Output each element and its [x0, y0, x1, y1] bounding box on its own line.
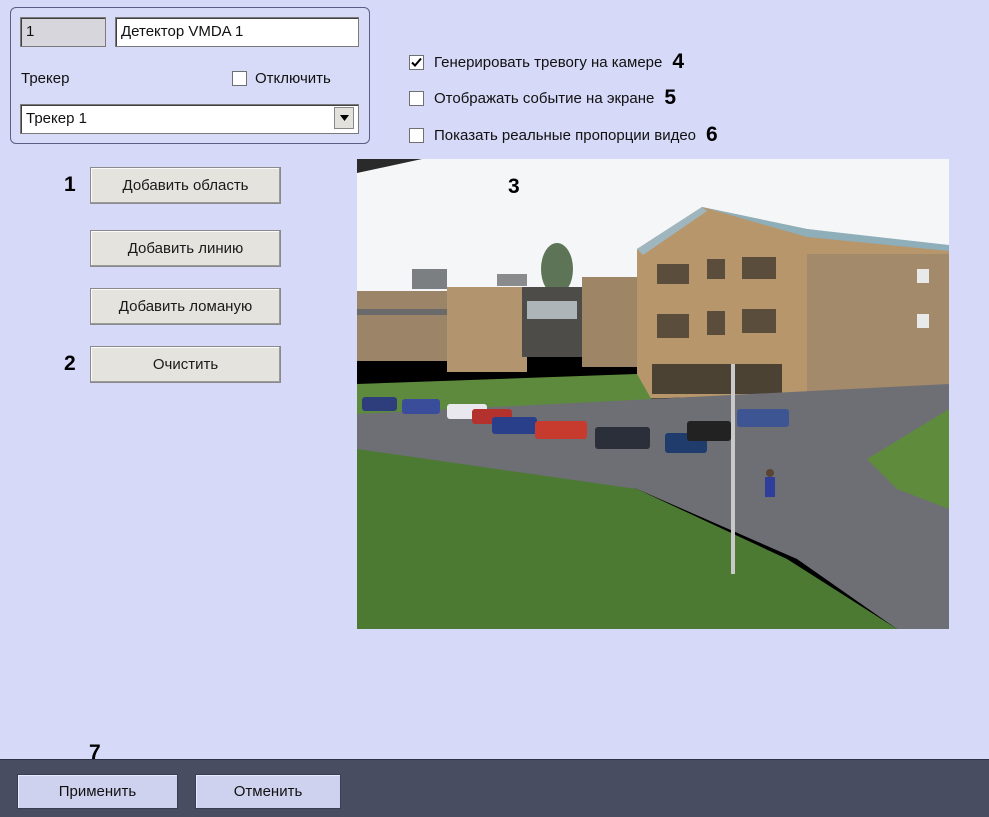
add-line-button[interactable]: Добавить линию [90, 230, 281, 267]
show-event-option-row[interactable]: Отображать событие на экране 5 [409, 86, 676, 110]
alarm-checkbox[interactable] [409, 54, 424, 70]
annotation-5: 5 [664, 86, 677, 109]
show-event-checkbox[interactable] [409, 90, 424, 106]
video-view[interactable] [357, 159, 949, 629]
cancel-button[interactable]: Отменить [195, 774, 341, 809]
camera-scene-image [357, 159, 949, 629]
tracker-label: Трекер [21, 70, 70, 87]
real-proportions-checkbox[interactable] [409, 127, 424, 143]
annotation-3: 3 [508, 175, 520, 198]
add-polyline-button[interactable]: Добавить ломаную [90, 288, 281, 325]
real-proportions-option-row[interactable]: Показать реальные пропорции видео 6 [409, 123, 718, 147]
show-event-label: Отображать событие на экране [434, 89, 655, 107]
chevron-down-icon[interactable] [334, 107, 354, 129]
annotation-6: 6 [706, 123, 718, 146]
clear-button[interactable]: Очистить [90, 346, 281, 383]
real-proportions-label: Показать реальные пропорции видео [434, 126, 697, 144]
disable-checkbox-row[interactable]: Отключить [232, 70, 331, 87]
disable-checkbox[interactable] [232, 71, 247, 86]
tracker-select-value: Трекер 1 [26, 110, 87, 127]
annotation-4: 4 [672, 50, 685, 73]
apply-button[interactable]: Применить [17, 774, 178, 809]
alarm-option-row[interactable]: Генерировать тревогу на камере 4 [409, 50, 684, 74]
add-area-button[interactable]: Добавить область [90, 167, 281, 204]
alarm-label: Генерировать тревогу на камере [434, 53, 663, 71]
annotation-1: 1 [64, 173, 76, 196]
detector-name-field[interactable]: Детектор VMDA 1 [115, 17, 359, 47]
annotation-2: 2 [64, 352, 76, 375]
annotation-7: 7 [89, 741, 101, 764]
detector-id-field[interactable]: 1 [20, 17, 106, 47]
disable-label: Отключить [255, 70, 331, 87]
tracker-select[interactable]: Трекер 1 [20, 104, 359, 134]
checkmark-icon [411, 57, 422, 67]
